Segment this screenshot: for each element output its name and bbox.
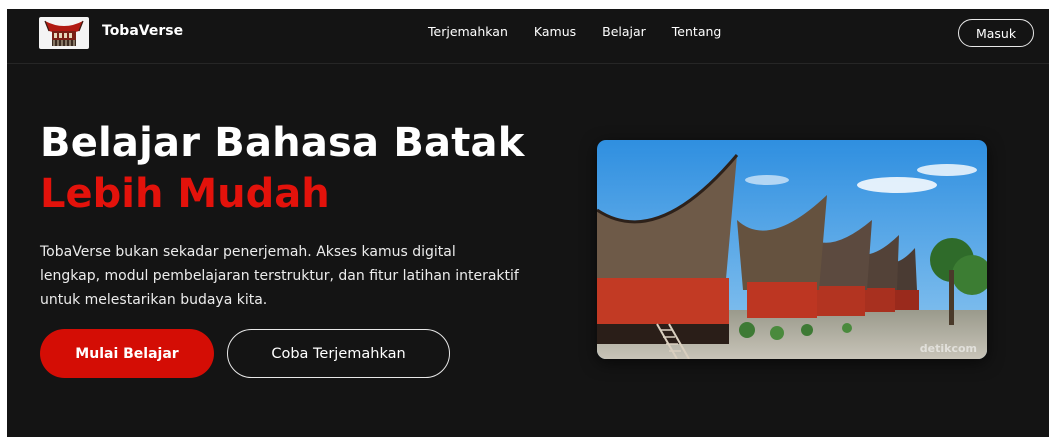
navbar: TobaVerse Terjemahkan Kamus Belajar Tent… [7, 9, 1049, 64]
nav-link-belajar[interactable]: Belajar [602, 24, 646, 39]
batak-house-logo-icon[interactable] [39, 17, 89, 49]
start-learning-button[interactable]: Mulai Belajar [40, 329, 214, 378]
brand-name[interactable]: TobaVerse [102, 23, 183, 39]
hero-image-batak-houses: detikcom [597, 140, 987, 359]
hero-title-highlight: Lebih Mudah [40, 171, 330, 217]
nav-link-tentang[interactable]: Tentang [672, 24, 722, 39]
nav-link-terjemahkan[interactable]: Terjemahkan [428, 24, 508, 39]
page: TobaVerse Terjemahkan Kamus Belajar Tent… [7, 9, 1049, 437]
nav-link-kamus[interactable]: Kamus [534, 24, 576, 39]
image-watermark: detikcom [919, 342, 977, 355]
try-translate-button[interactable]: Coba Terjemahkan [227, 329, 450, 378]
nav-links: Terjemahkan Kamus Belajar Tentang [428, 24, 747, 39]
hero-description: TobaVerse bukan sekadar penerjemah. Akse… [40, 244, 519, 308]
hero-title: Belajar Bahasa Batak [40, 120, 525, 166]
login-button[interactable]: Masuk [958, 19, 1034, 47]
